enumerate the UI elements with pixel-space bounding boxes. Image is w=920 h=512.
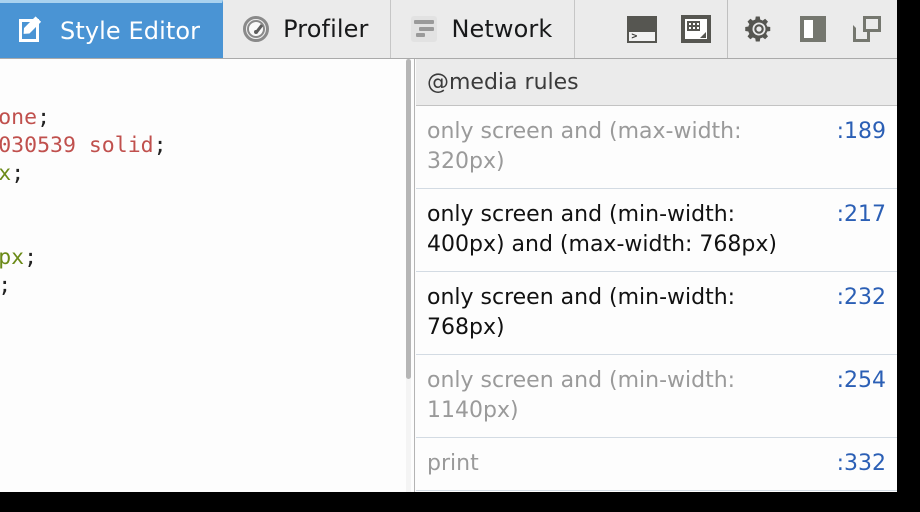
tab-network[interactable]: Network — [391, 0, 575, 58]
code-line — [0, 356, 167, 384]
code-line: ing: 0 0 0 26px; — [0, 160, 167, 188]
tab-style-editor[interactable]: Style Editor — [0, 0, 223, 58]
separate-window-button[interactable] — [840, 0, 894, 58]
code-token: solid — [89, 133, 154, 158]
code-token: 0 0 0 26px — [0, 161, 11, 186]
close-button[interactable] — [894, 0, 897, 58]
code-token: ; — [24, 245, 37, 270]
media-rule-condition: only screen and (max-width: 320px) — [427, 117, 819, 177]
media-rule-condition: only screen and (min-width: 400px) and (… — [427, 200, 819, 260]
console-prompt-glyph: > — [631, 32, 637, 41]
editor-scrollbar-thumb[interactable] — [406, 59, 411, 379]
code-line: -style-type: none; — [0, 104, 167, 132]
split-console-button[interactable]: > — [615, 0, 669, 58]
media-rules-header: @media rules — [416, 59, 897, 106]
editor-vertical-scrollbar[interactable] — [406, 59, 411, 492]
code-line: ing-bottom: 10px; — [0, 244, 167, 272]
media-rule-row[interactable]: print :332 — [416, 438, 897, 491]
media-rule-line-number[interactable]: :217 — [831, 200, 886, 230]
media-rules-title: @media rules — [427, 70, 579, 95]
media-rule-line-number[interactable]: :189 — [831, 117, 886, 147]
code-token: ; — [0, 273, 11, 298]
code-line — [0, 188, 167, 216]
gear-icon — [744, 14, 774, 44]
media-rules-list: only screen and (max-width: 320px):189on… — [416, 106, 897, 491]
devtools-main: -style-type: none;er-left: 4px #030539 s… — [0, 59, 897, 492]
style-editor-code-pane[interactable]: -style-type: none;er-left: 4px #030539 s… — [0, 59, 415, 492]
media-rule-line-number[interactable]: :232 — [831, 283, 886, 313]
code-line — [0, 384, 167, 412]
media-rule-row[interactable]: only screen and (min-width: 400px) and (… — [416, 189, 897, 272]
toolbar-spacer — [575, 0, 615, 58]
devtools-toolbar: Style Editor Profiler Network — [0, 0, 897, 59]
media-rule-condition: only screen and (min-width: 768px) — [427, 283, 819, 343]
tab-style-editor-label: Style Editor — [60, 17, 200, 45]
css-source-code[interactable]: -style-type: none;er-left: 4px #030539 s… — [0, 104, 167, 468]
code-token: 10px — [0, 245, 24, 270]
separate-window-icon — [853, 16, 881, 42]
style-editor-icon — [18, 16, 48, 46]
code-line — [0, 328, 167, 356]
toolbar-actions: > — [615, 0, 897, 58]
media-rule-row[interactable]: only screen and (min-width: 1140px) :254 — [416, 355, 897, 438]
toolbar-divider — [727, 0, 728, 58]
media-rule-condition: only screen and (min-width: 1140px) — [427, 366, 819, 426]
responsive-design-mode-button[interactable] — [669, 0, 723, 58]
code-line: r: #E0492A; — [0, 440, 167, 468]
code-token: none — [0, 105, 37, 130]
code-line: -height: 1.5em; — [0, 272, 167, 300]
profiler-icon — [241, 14, 271, 44]
media-rule-line-number[interactable]: :332 — [831, 449, 886, 479]
code-token: ; — [11, 161, 24, 186]
code-token: #030539 — [0, 133, 76, 158]
media-rule-row[interactable]: only screen and (min-width: 768px) :232 — [416, 272, 897, 355]
tab-network-label: Network — [451, 15, 552, 43]
media-rules-pane: @media rules only screen and (max-width:… — [416, 59, 897, 492]
network-icon — [409, 14, 439, 44]
code-token: ; — [37, 105, 50, 130]
code-line: er-left: 4px #030539 solid; — [0, 132, 167, 160]
code-line: r: #888; — [0, 300, 167, 328]
tab-profiler-label: Profiler — [283, 15, 368, 43]
code-token: ; — [154, 133, 167, 158]
media-rule-condition: print — [427, 449, 479, 479]
tab-profiler[interactable]: Profiler — [223, 0, 391, 58]
devtools-window: Style Editor Profiler Network — [0, 0, 897, 492]
code-line — [0, 216, 167, 244]
dock-to-side-button[interactable] — [786, 0, 840, 58]
media-rule-row[interactable]: only screen and (max-width: 320px) :189 — [416, 106, 897, 189]
responsive-design-mode-icon — [681, 15, 711, 43]
split-console-icon: > — [627, 16, 657, 43]
media-rule-line-number[interactable]: :254 — [831, 366, 886, 396]
dock-to-side-icon — [800, 16, 826, 42]
code-token — [76, 133, 89, 158]
settings-button[interactable] — [732, 0, 786, 58]
code-line: -size: 1.5em; — [0, 412, 167, 440]
